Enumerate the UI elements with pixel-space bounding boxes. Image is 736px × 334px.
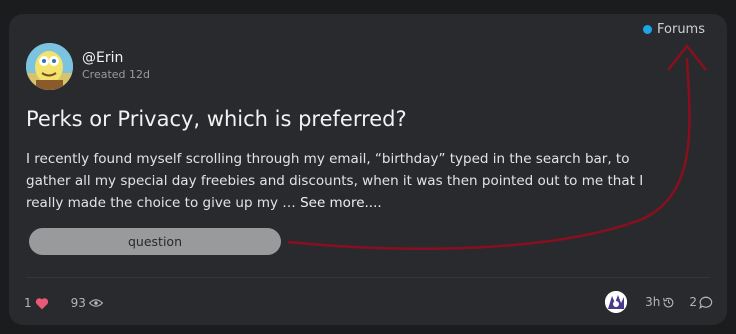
tag-question[interactable]: question — [29, 228, 281, 255]
views: 93 — [71, 296, 103, 310]
forums-badge[interactable]: Forums — [643, 22, 705, 37]
forums-label: Forums — [657, 22, 705, 37]
view-count: 93 — [70, 296, 86, 310]
last-reply-avatar[interactable] — [605, 291, 628, 313]
like-count: 1 — [24, 296, 32, 310]
eye-icon — [88, 299, 103, 307]
reply-count: 2 — [689, 295, 697, 309]
post-body: I recently found myself scrolling throug… — [26, 148, 671, 214]
avatar[interactable] — [26, 43, 73, 90]
created-time: Created 12d — [82, 68, 151, 81]
post-title[interactable]: Perks or Privacy, which is preferred? — [26, 107, 407, 131]
author-handle[interactable]: @Erin — [82, 50, 150, 66]
see-more-link[interactable]: See more.... — [300, 195, 382, 211]
reply-button[interactable]: 2 — [689, 295, 713, 309]
post-card[interactable]: Forums @Erin Created 12d Perks or Privac… — [9, 14, 727, 325]
like-button[interactable]: 1 — [24, 296, 49, 310]
chat-bubble-icon — [699, 296, 713, 309]
forums-dot-icon — [643, 25, 652, 34]
heart-icon — [35, 297, 48, 309]
history-icon — [663, 297, 674, 307]
last-activity: 3h — [645, 295, 675, 309]
divider — [26, 277, 710, 278]
last-activity-time: 3h — [645, 295, 661, 309]
